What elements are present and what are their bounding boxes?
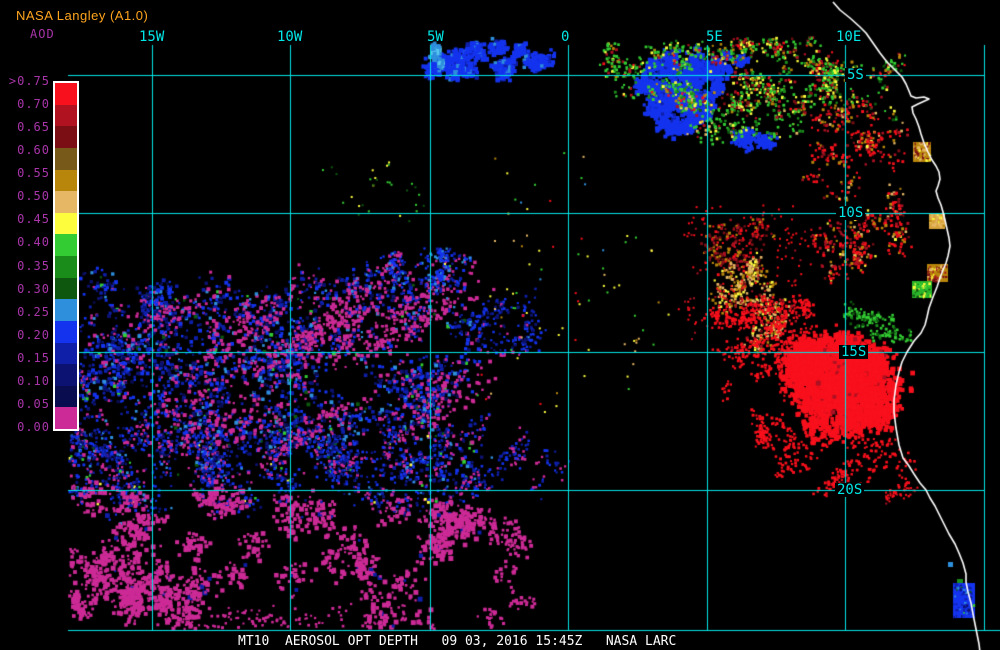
colorbar-label-2: 0.65 (17, 120, 50, 135)
aod-map-canvas (0, 0, 1000, 650)
colorbar-segment-7 (55, 234, 77, 256)
page-title: NASA Langley (A1.0) (16, 8, 149, 23)
colorbar-segment-14 (55, 385, 77, 408)
colorbar-label-14: 0.05 (17, 396, 50, 411)
colorbar-label-1: 0.70 (17, 97, 50, 112)
colorbar-label-8: 0.35 (17, 258, 50, 273)
colorbar-label-6: 0.45 (17, 212, 50, 227)
lat-label-5S: 5S (845, 67, 866, 83)
colorbar-label-0: >0.75 (8, 74, 50, 88)
colorbar-segment-9 (55, 277, 77, 300)
aod-colorbar (53, 81, 79, 431)
colorbar-segment-13 (55, 364, 77, 386)
colorbar-label-10: 0.25 (17, 304, 50, 319)
colorbar-segment-11 (55, 320, 77, 343)
colorbar-label-5: 0.50 (17, 189, 50, 204)
lon-label-10W: 10W (277, 29, 303, 45)
colorbar-segment-4 (55, 169, 77, 192)
colorbar-label-7: 0.40 (17, 235, 50, 250)
colorbar-segment-1 (55, 104, 77, 127)
colorbar-label-15: 0.00 (17, 420, 50, 434)
lon-label-15W: 15W (139, 29, 165, 45)
lon-label-0: 0 (561, 29, 570, 45)
colorbar-segment-8 (55, 256, 77, 278)
colorbar-segment-0 (55, 83, 77, 105)
colorbar-segment-5 (55, 191, 77, 213)
colorbar-label-12: 0.15 (17, 350, 50, 365)
lat-label-15S: 15S (839, 344, 869, 360)
colorbar-label-13: 0.10 (17, 373, 50, 388)
colorbar-segment-10 (55, 299, 77, 321)
map-caption: MT10 AEROSOL OPT DEPTH 09 03, 2016 15:45… (238, 634, 677, 649)
colorbar-label-4: 0.55 (17, 166, 50, 181)
colorbar-segment-6 (55, 212, 77, 235)
aod-subtitle: AOD (30, 27, 55, 41)
colorbar-label-11: 0.20 (17, 327, 50, 342)
colorbar-label-3: 0.60 (17, 143, 50, 158)
lon-label-5E: 5E (706, 29, 723, 45)
lat-label-20S: 20S (835, 482, 865, 498)
colorbar-segment-15 (55, 407, 77, 429)
lon-label-5W: 5W (427, 29, 444, 45)
lat-label-10S: 10S (836, 205, 866, 221)
colorbar-segment-2 (55, 126, 77, 148)
colorbar-label-9: 0.30 (17, 281, 50, 296)
aod-map-viewport: NASA Langley (A1.0) AOD 15W 10W 5W 0 5E 10E 5S… (0, 0, 1000, 650)
colorbar-segment-3 (55, 147, 77, 170)
lon-label-10E: 10E (836, 29, 862, 45)
colorbar-segment-12 (55, 342, 77, 365)
